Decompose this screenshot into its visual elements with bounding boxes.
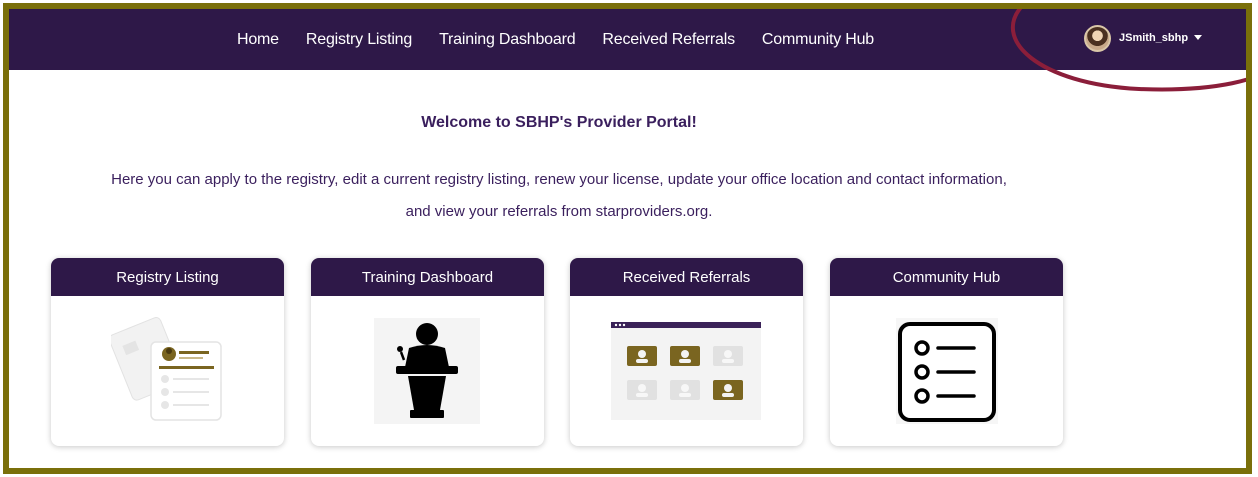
checklist-icon [896,318,998,424]
user-menu[interactable]: JSmith_sbhp [1084,23,1203,53]
top-navbar: Home Registry Listing Training Dashboard… [9,9,1246,70]
card-training-dashboard[interactable]: Training Dashboard [311,258,544,446]
avatar [1084,24,1111,52]
card-title: Community Hub [830,258,1063,296]
card-title: Received Referrals [570,258,803,296]
card-body [830,296,1063,446]
card-body [570,296,803,446]
card-title: Training Dashboard [311,258,544,296]
speaker-podium-icon [374,318,480,424]
welcome-heading: Welcome to SBHP's Provider Portal! [421,114,697,131]
nav-received-referrals[interactable]: Received Referrals [602,31,735,49]
intro-text: Here you can apply to the registry, edit… [34,164,1084,228]
nav-links: Home Registry Listing Training Dashboard… [237,9,901,70]
intro-line-2: and view your referrals from starprovide… [405,203,713,220]
nav-registry-listing[interactable]: Registry Listing [306,31,412,49]
referrals-grid-icon [611,322,761,420]
page-frame: Home Registry Listing Training Dashboard… [3,3,1252,474]
nav-training-dashboard[interactable]: Training Dashboard [439,31,576,49]
caret-down-icon [1194,34,1203,40]
nav-home[interactable]: Home [237,31,279,49]
intro-line-1: Here you can apply to the registry, edit… [111,171,1007,188]
nav-community-hub[interactable]: Community Hub [762,31,874,49]
card-body [311,296,544,446]
card-body [51,296,284,446]
registry-profile-icon [111,317,222,421]
card-community-hub[interactable]: Community Hub [830,258,1063,446]
card-received-referrals[interactable]: Received Referrals [570,258,803,446]
card-title: Registry Listing [51,258,284,296]
user-name: JSmith_sbhp [1119,32,1189,44]
card-registry-listing[interactable]: Registry Listing [51,258,284,446]
